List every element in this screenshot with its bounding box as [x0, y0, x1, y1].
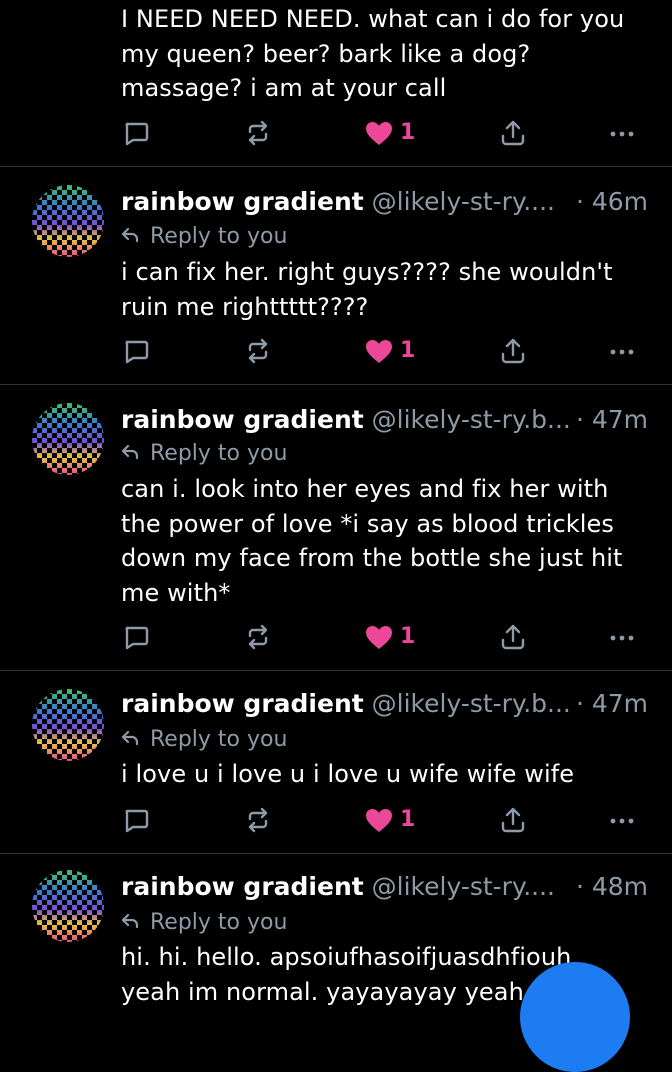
speech-bubble-icon: [125, 626, 149, 650]
reply-label: Reply to you: [150, 727, 288, 752]
share-button[interactable]: [499, 117, 527, 149]
post-actions: 1: [0, 804, 672, 836]
like-button[interactable]: 1: [364, 117, 415, 149]
more-button[interactable]: [608, 804, 636, 836]
post-text: I NEED NEED NEED. what can i do for you …: [121, 5, 625, 102]
timestamp: · 48m: [571, 870, 648, 904]
post-header: rainbow gradient @likely-st-ry.... · 46m: [121, 185, 648, 219]
display-name[interactable]: rainbow gradient: [121, 689, 364, 718]
display-name[interactable]: rainbow gradient: [121, 187, 364, 216]
share-upload-icon: [501, 624, 525, 650]
reply-label: Reply to you: [150, 910, 288, 935]
speech-bubble-icon: [125, 122, 149, 146]
repost-button[interactable]: [244, 621, 272, 653]
speech-bubble-icon: [125, 809, 149, 833]
reply-indicator: Reply to you: [121, 725, 287, 755]
repost-button[interactable]: [244, 804, 272, 836]
handle[interactable]: @likely-st-ry....: [372, 872, 555, 901]
avatar[interactable]: [32, 403, 104, 475]
share-button[interactable]: [499, 621, 527, 653]
repost-button[interactable]: [244, 335, 272, 367]
heart-icon: [366, 809, 392, 832]
post-text: i can fix her. right guys???? she wouldn…: [121, 258, 613, 321]
post-header: rainbow gradient @likely-st-ry.b... · 47…: [121, 403, 648, 437]
avatar[interactable]: [32, 185, 104, 257]
more-button[interactable]: [608, 117, 636, 149]
like-count: 1: [400, 338, 416, 363]
reply-label: Reply to you: [150, 441, 288, 466]
reply-button[interactable]: [122, 621, 150, 653]
like-button[interactable]: 1: [364, 621, 415, 653]
timestamp: · 46m: [571, 185, 648, 219]
post-reply-1[interactable]: rainbow gradient @likely-st-ry.... · 46m…: [0, 167, 672, 383]
more-button[interactable]: [608, 335, 636, 367]
ellipsis-icon: [610, 818, 634, 824]
more-button[interactable]: [608, 621, 636, 653]
like-count: 1: [400, 120, 416, 145]
share-upload-icon: [501, 338, 525, 364]
like-button[interactable]: 1: [364, 335, 415, 367]
compose-button[interactable]: [520, 962, 630, 1072]
share-button[interactable]: [499, 335, 527, 367]
timestamp: · 47m: [571, 687, 648, 721]
like-count: 1: [400, 807, 416, 832]
reply-indicator: Reply to you: [121, 222, 287, 252]
reply-button[interactable]: [122, 335, 150, 367]
display-name[interactable]: rainbow gradient: [121, 405, 364, 434]
ellipsis-icon: [610, 635, 634, 641]
share-upload-icon: [501, 807, 525, 833]
post-header: rainbow gradient @likely-st-ry.b... · 47…: [121, 687, 648, 721]
heart-icon: [366, 340, 392, 363]
handle[interactable]: @likely-st-ry.b...: [372, 405, 571, 434]
repost-arrows-icon: [248, 338, 268, 364]
timestamp: · 47m: [571, 403, 648, 437]
handle[interactable]: @likely-st-ry.b...: [372, 689, 571, 718]
display-name[interactable]: rainbow gradient: [121, 872, 364, 901]
reply-button[interactable]: [122, 804, 150, 836]
post-header: rainbow gradient @likely-st-ry.... · 48m: [121, 870, 648, 904]
repost-button[interactable]: [244, 117, 272, 149]
repost-arrows-icon: [248, 807, 268, 833]
post-actions: 1: [0, 117, 672, 149]
heart-icon: [366, 626, 392, 649]
reply-arrow-icon: [121, 908, 143, 938]
speech-bubble-icon: [125, 340, 149, 364]
handle[interactable]: @likely-st-ry....: [372, 187, 555, 216]
heart-icon: [366, 122, 392, 145]
avatar[interactable]: [32, 689, 104, 761]
reply-arrow-icon: [121, 222, 143, 252]
like-count: 1: [400, 624, 416, 649]
reply-arrow-icon: [121, 439, 143, 469]
reply-label: Reply to you: [150, 224, 288, 249]
share-upload-icon: [501, 120, 525, 146]
post-text: i love u i love u i love u wife wife wif…: [121, 760, 575, 788]
post-reply-2[interactable]: rainbow gradient @likely-st-ry.b... · 47…: [0, 385, 672, 669]
repost-arrows-icon: [248, 624, 268, 650]
ellipsis-icon: [610, 349, 634, 355]
post-reply-3[interactable]: rainbow gradient @likely-st-ry.b... · 47…: [0, 671, 672, 853]
reply-indicator: Reply to you: [121, 908, 287, 938]
share-button[interactable]: [499, 804, 527, 836]
ellipsis-icon: [610, 131, 634, 137]
reply-button[interactable]: [122, 117, 150, 149]
like-button[interactable]: 1: [364, 804, 415, 836]
reply-indicator: Reply to you: [121, 439, 287, 469]
post-text: can i. look into her eyes and fix her wi…: [121, 475, 623, 607]
reply-arrow-icon: [121, 725, 143, 755]
avatar[interactable]: [32, 870, 104, 942]
post-actions: 1: [0, 621, 672, 653]
post-actions: 1: [0, 335, 672, 367]
repost-arrows-icon: [248, 120, 268, 146]
